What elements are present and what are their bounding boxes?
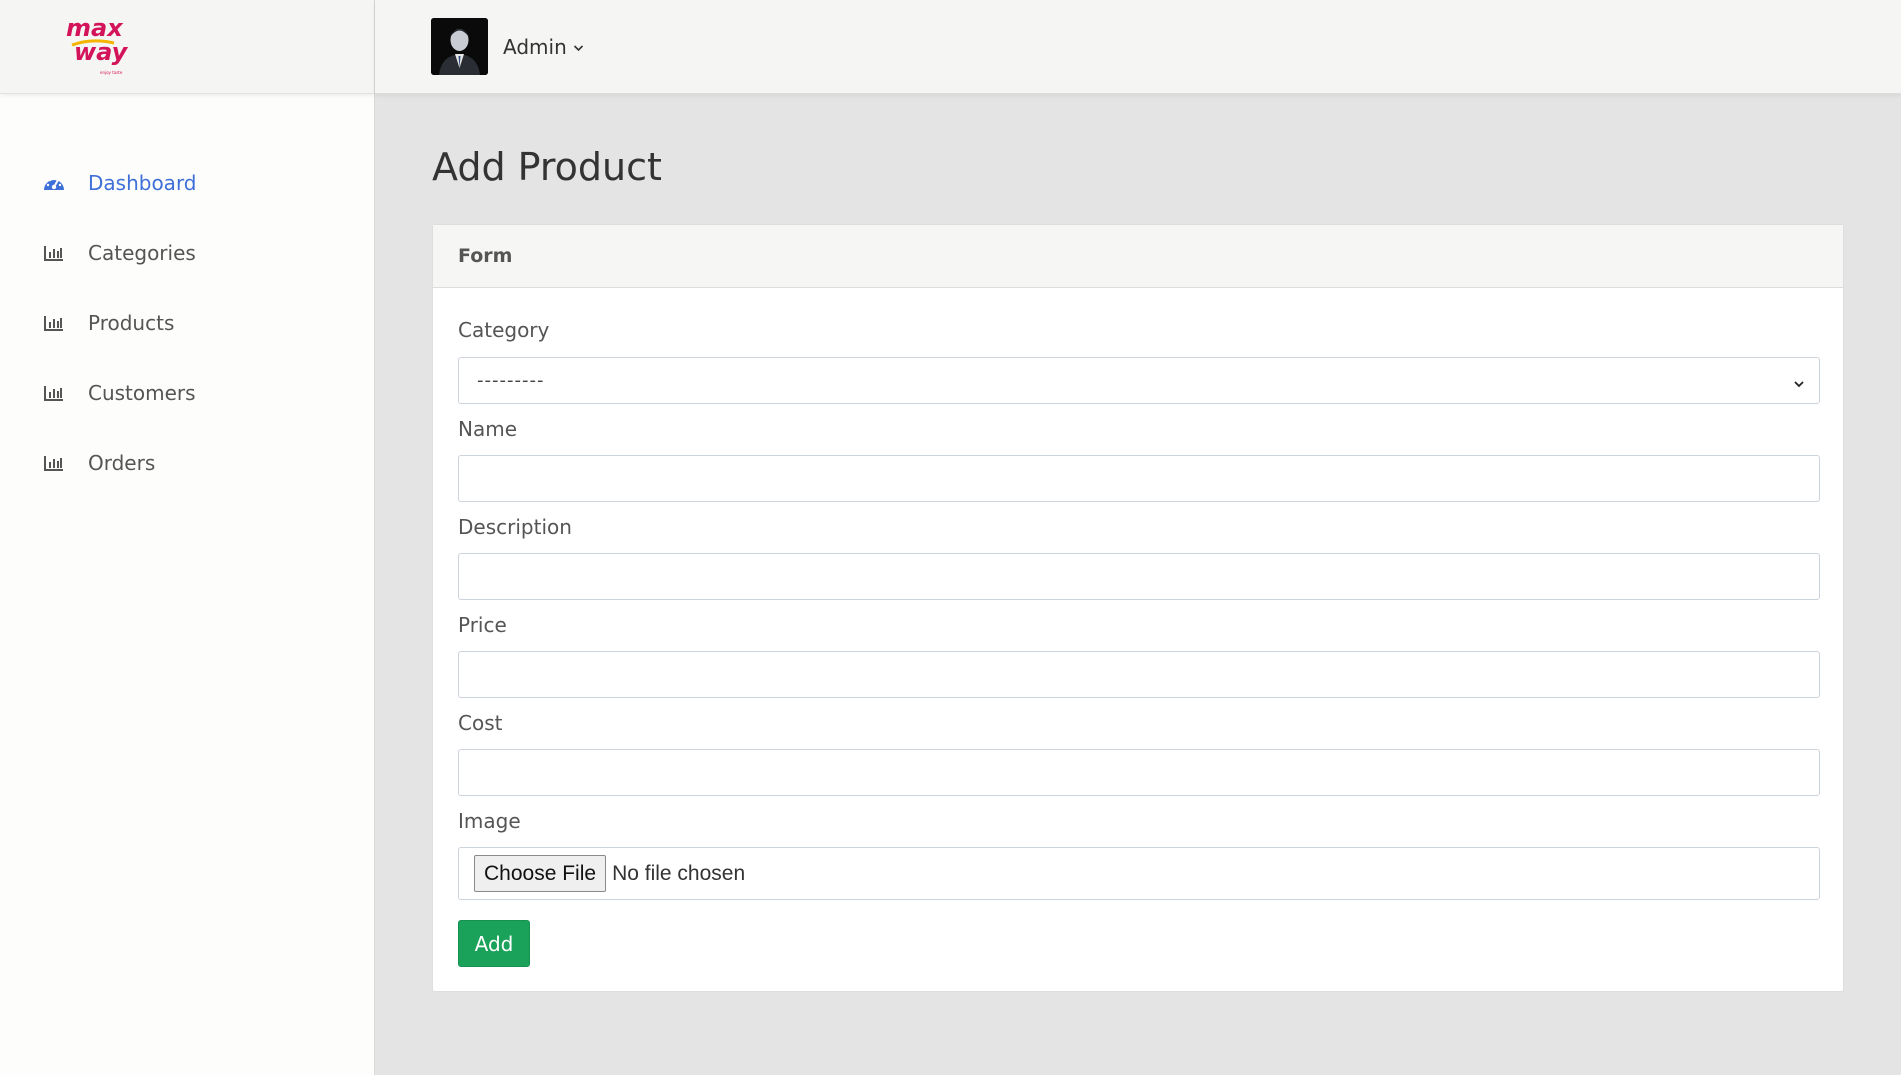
cost-label: Cost	[458, 711, 503, 735]
description-input[interactable]	[458, 553, 1820, 600]
sidebar-item-customers[interactable]: Customers	[0, 358, 374, 428]
chevron-down-icon	[1793, 374, 1805, 395]
topbar: Admin	[375, 0, 1901, 94]
image-label: Image	[458, 809, 521, 833]
brand-area: max way enjoy taste	[0, 0, 374, 94]
bar-chart-icon	[42, 243, 66, 263]
name-input[interactable]	[458, 455, 1820, 502]
sidebar-item-dashboard[interactable]: Dashboard	[0, 148, 374, 218]
card-body: Category --------- Name Description Pric…	[433, 288, 1843, 991]
description-label: Description	[458, 515, 572, 539]
sidebar-item-label: Orders	[88, 451, 156, 475]
bar-chart-icon	[42, 453, 66, 473]
category-selected-value: ---------	[477, 370, 545, 391]
bar-chart-icon	[42, 313, 66, 333]
user-avatar[interactable]	[431, 18, 488, 75]
card-header: Form	[433, 225, 1843, 288]
sidebar-nav: Dashboard Categories Products Customers …	[0, 148, 374, 498]
form-card: Form Category --------- Name Description…	[432, 224, 1844, 992]
price-label: Price	[458, 613, 507, 637]
category-select[interactable]: ---------	[458, 357, 1820, 404]
sidebar-item-label: Customers	[88, 381, 196, 405]
sidebar-item-label: Products	[88, 311, 175, 335]
file-status-text: No file chosen	[612, 861, 746, 885]
page-title: Add Product	[432, 145, 662, 189]
bar-chart-icon	[42, 383, 66, 403]
chevron-down-icon	[573, 37, 584, 56]
price-input[interactable]	[458, 651, 1820, 698]
sidebar-item-categories[interactable]: Categories	[0, 218, 374, 288]
choose-file-button[interactable]: Choose File	[474, 855, 607, 892]
main-content: Add Product Form Category --------- Name…	[432, 94, 1844, 992]
sidebar-item-orders[interactable]: Orders	[0, 428, 374, 498]
category-label: Category	[458, 318, 550, 342]
cost-input[interactable]	[458, 749, 1820, 796]
sidebar-item-label: Dashboard	[88, 171, 197, 195]
user-name: Admin	[503, 34, 567, 59]
tachometer-icon	[42, 173, 66, 193]
sidebar-item-products[interactable]: Products	[0, 288, 374, 358]
sidebar: max way enjoy taste Dashboard Categories…	[0, 0, 375, 1075]
svg-text:enjoy taste: enjoy taste	[100, 70, 123, 75]
image-file-input: Choose File No file chosen	[458, 847, 1820, 900]
user-menu-toggle[interactable]: Admin	[503, 35, 584, 59]
maxway-logo[interactable]: max way enjoy taste	[62, 10, 128, 78]
name-label: Name	[458, 417, 518, 441]
sidebar-item-label: Categories	[88, 241, 196, 265]
add-button[interactable]: Add	[458, 920, 530, 967]
